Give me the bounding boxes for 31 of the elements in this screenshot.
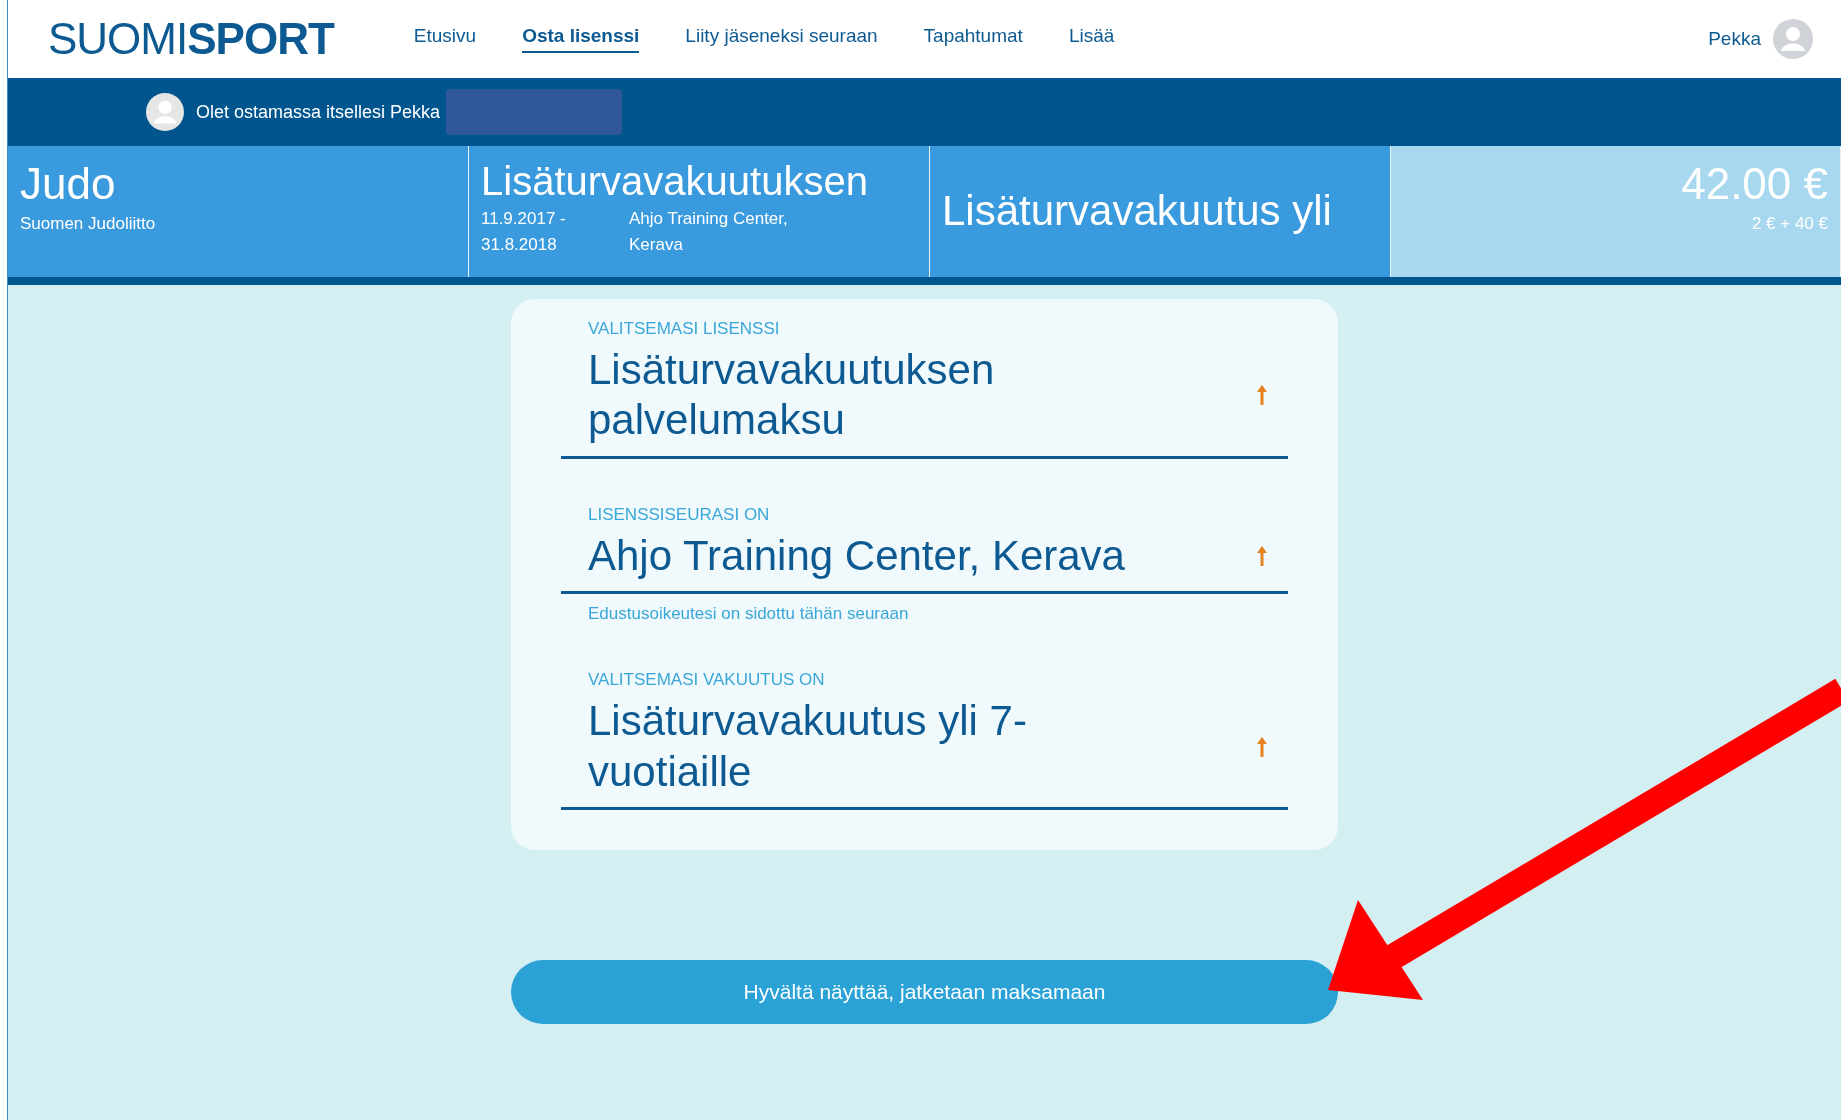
nav-link[interactable]: Liity jäseneksi seuraan (685, 25, 878, 53)
field-label: VALITSEMASI LISENSSI (587, 319, 781, 339)
sport-name: Judo (20, 158, 116, 210)
insurance-name: Lisäturvavakuutus yli (942, 186, 1332, 237)
arrow-up-icon[interactable] (1256, 735, 1268, 758)
club-name: Ahjo Training Center, Kerava (629, 208, 789, 256)
nav-link[interactable]: Osta lisenssi (522, 25, 640, 53)
field-value: Lisäturvavakuutus yli 7-vuotiaille (588, 696, 1028, 797)
license-name: Lisäturvavakuutuksen (481, 158, 868, 205)
nav-link[interactable]: Lisää (1068, 25, 1115, 53)
license-period: 11.9.2017 - 31.8.2018 (481, 208, 567, 256)
arrow-up-icon[interactable] (1256, 384, 1268, 407)
selection-field[interactable]: Lisäturvavakuutus yli 7-vuotiaille (561, 696, 1288, 810)
nav-link[interactable]: Etusivu (413, 25, 477, 53)
avatar-icon (146, 93, 184, 131)
field-value: Lisäturvavakuutuksen palvelumaksu (588, 345, 996, 446)
federation-name: Suomen Judoliitto (20, 213, 156, 235)
buyer-text: Olet ostamassa itsellesi Pekka (196, 101, 441, 123)
logo[interactable]: SUOMISPORT (48, 14, 334, 64)
price-breakdown: 2 € + 40 € (1751, 213, 1828, 235)
field-label: LISENSSISEURASI ON (587, 504, 771, 525)
selection-field[interactable]: Lisäturvavakuutuksen palvelumaksu (561, 345, 1288, 459)
total-price: 42.00 € (1681, 158, 1828, 210)
avatar-icon (1773, 19, 1813, 59)
selection-field[interactable]: Ahjo Training Center, Kerava (561, 530, 1288, 595)
field-label: VALITSEMASI VAKUUTUS ON (587, 670, 826, 691)
nav-link[interactable]: Tapahtumat (923, 25, 1023, 53)
field-hint: Edustusoikeutesi on sidottu tähän seuraan (587, 603, 910, 625)
user-name[interactable]: Pekka (1708, 28, 1761, 50)
arrow-up-icon[interactable] (1256, 544, 1268, 567)
field-value: Ahjo Training Center, Kerava (588, 530, 1125, 581)
